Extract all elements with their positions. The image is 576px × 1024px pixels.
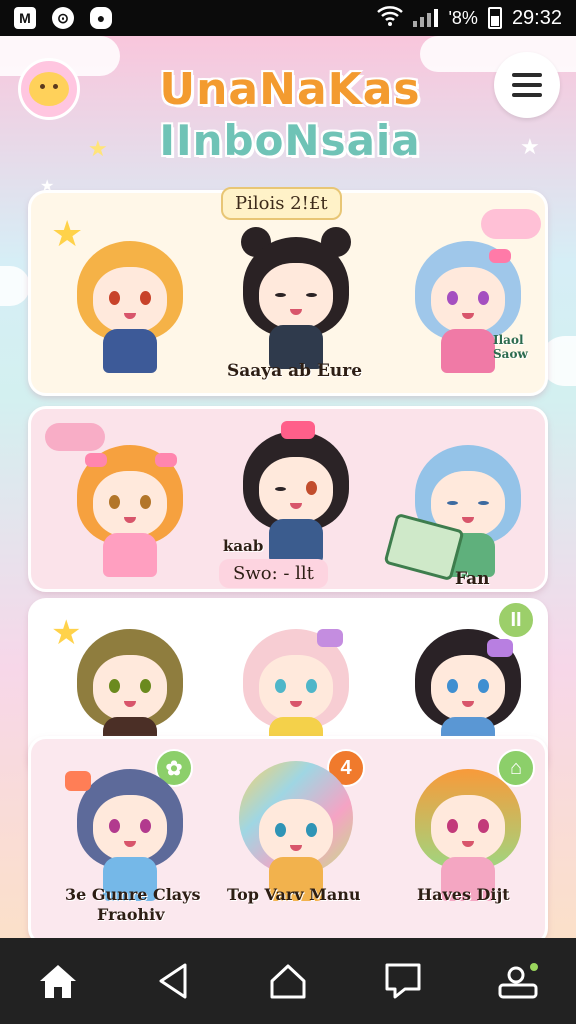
home-outline-icon	[270, 964, 306, 999]
section-title: Pilois 2!£t	[221, 187, 342, 220]
side-sticker-text: Ilaol Saow	[493, 333, 528, 361]
hamburger-menu-icon	[512, 73, 542, 77]
account-icon	[498, 963, 539, 999]
character-black-hair-bear-ears[interactable]	[231, 227, 361, 377]
back-icon	[159, 963, 187, 999]
character-tag-left: kaab	[223, 537, 264, 555]
status-bar: M ⊙ ● '8% 29:32	[0, 0, 576, 36]
app-title-line1: UnaNaKas	[159, 64, 421, 115]
character-orange-hair[interactable]	[65, 231, 195, 381]
account-button[interactable]	[488, 951, 548, 1011]
signal-icon	[413, 9, 439, 27]
home-button[interactable]	[28, 951, 88, 1011]
battery-text: '8%	[448, 7, 478, 28]
app-title-line2: IInboNsaia	[159, 116, 421, 165]
character-label-right: Haves Dijt	[417, 885, 510, 904]
character-caption: Saaya ab Eure	[227, 361, 363, 381]
wifi-icon	[377, 5, 404, 31]
home-outline-button[interactable]	[258, 951, 318, 1011]
star-icon: ★	[88, 136, 108, 161]
character-label-left-2: Fraohiv	[97, 905, 165, 924]
character-card-row-4[interactable]: ✿ 4 ⌂ 3e Gunre Clays Fraohiv Top Varv Ma…	[28, 736, 548, 938]
app-logo[interactable]	[18, 58, 80, 120]
character-label-left-1: 3e Gunre Clays	[65, 885, 201, 904]
battery-icon	[487, 7, 502, 29]
character-card-row-1[interactable]: Pilois 2!£t ★ Saaya ab Eure Ilaol Saow	[28, 187, 548, 396]
character-card-row-2[interactable]: Swo: - llt kaab Fan	[28, 406, 548, 592]
home-icon	[39, 965, 76, 998]
star-icon: ★	[520, 134, 540, 159]
app-content[interactable]: ★ ★ ★ UnaNaKas IInboNsaia Pilois 2!£t ★	[0, 36, 576, 938]
character-orange-hair-bows[interactable]	[65, 435, 195, 585]
message-button[interactable]	[373, 951, 433, 1011]
bottom-navigation-bar	[0, 938, 576, 1024]
chat-notification-icon: ●	[90, 7, 112, 29]
character-label-center: Top Varv Manu	[227, 885, 361, 904]
back-button[interactable]	[143, 951, 203, 1011]
cloud-decoration	[0, 266, 30, 306]
character-tag-center: Swo: - llt	[219, 559, 328, 588]
message-icon	[385, 963, 421, 999]
menu-button[interactable]	[494, 52, 560, 118]
clock-notification-icon: ⊙	[52, 7, 74, 29]
notification-app-icon: M	[14, 7, 36, 29]
clock-time: 29:32	[511, 6, 562, 29]
character-tag-right: Fan	[455, 569, 490, 589]
